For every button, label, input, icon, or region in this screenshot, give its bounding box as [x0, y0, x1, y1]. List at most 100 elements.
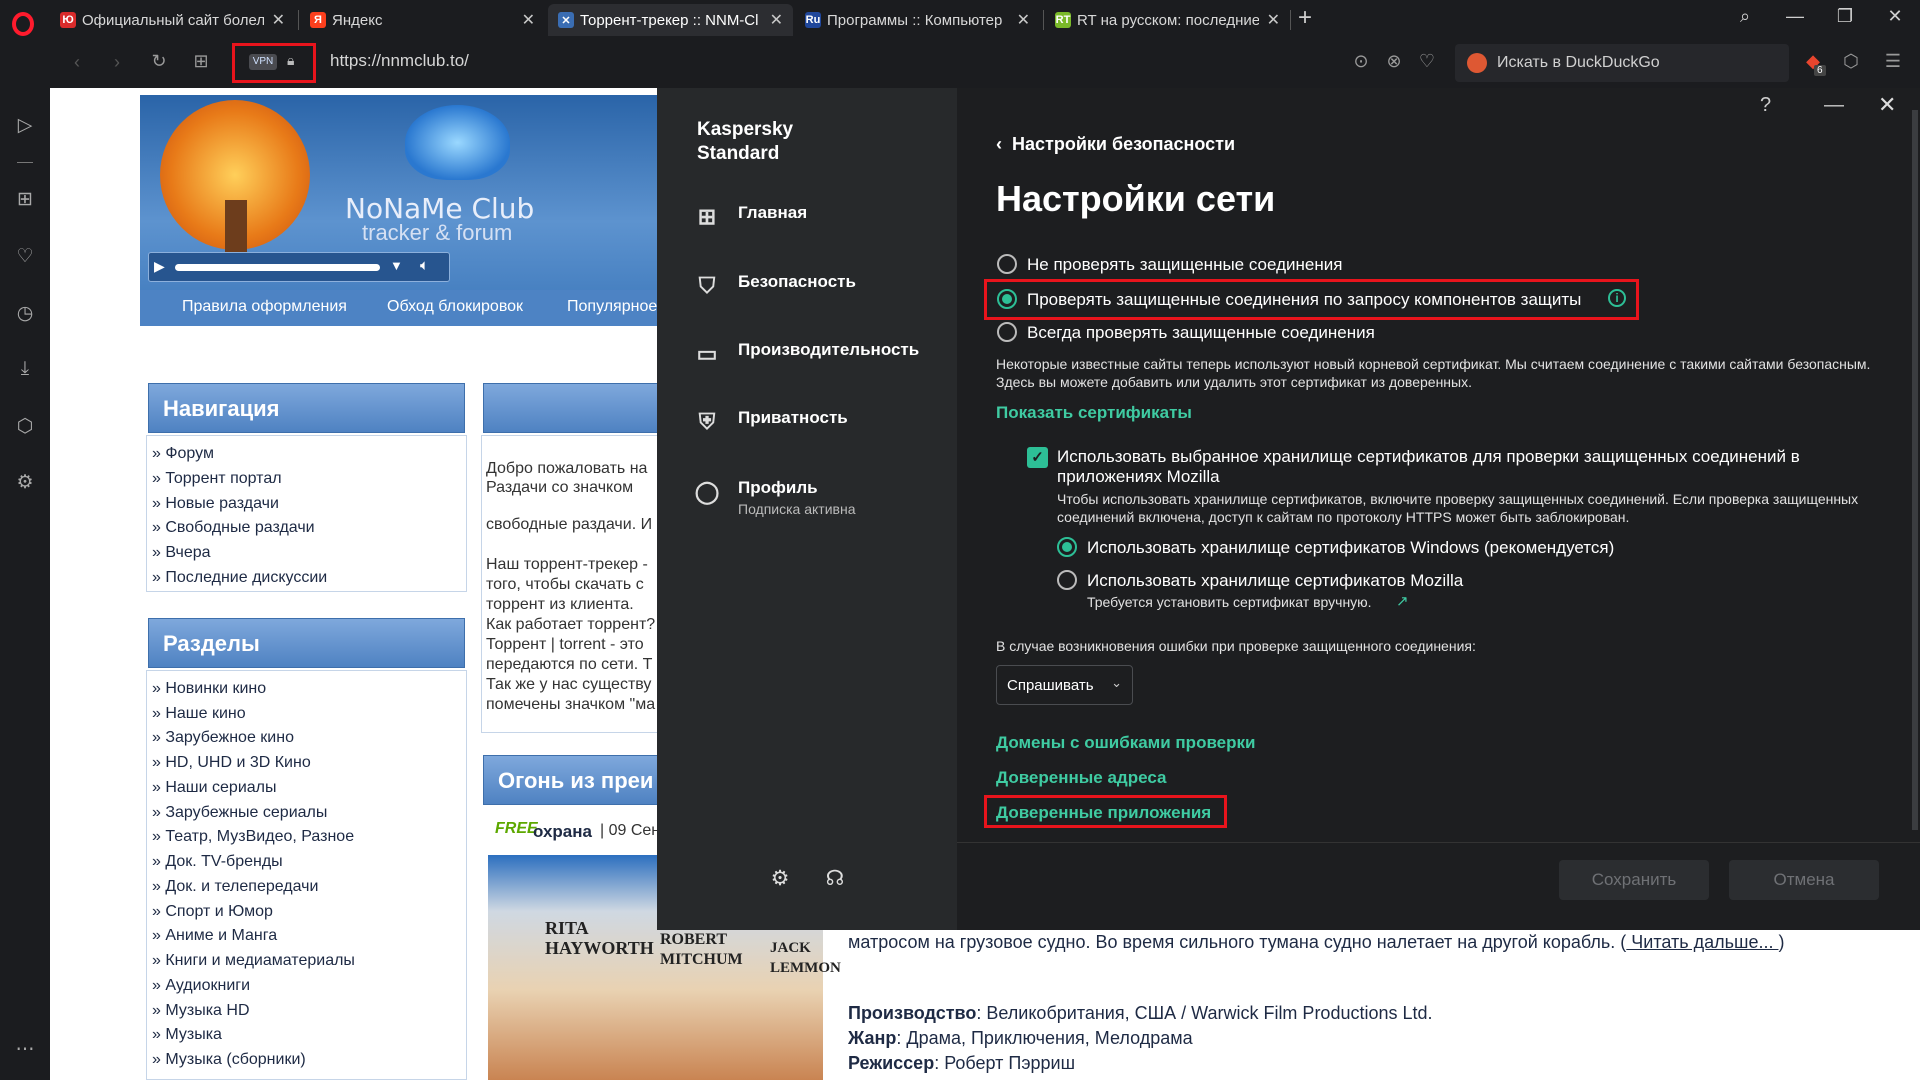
release-title-link[interactable]: охрана [533, 822, 592, 842]
info-icon[interactable]: i [1608, 289, 1626, 307]
tab-close-icon[interactable]: ✕ [1267, 10, 1280, 30]
settings-gear-icon[interactable]: ⚙ [12, 471, 38, 497]
section-link[interactable]: » Книги и медиаматериалы [152, 952, 355, 970]
ks-scrollbar[interactable] [1912, 110, 1918, 830]
section-link[interactable]: » Аниме и Манга [152, 927, 277, 945]
read-more-link[interactable]: Читать дальше... [1626, 932, 1778, 952]
player-progress[interactable] [175, 264, 380, 271]
section-link[interactable]: » Музыка [152, 1026, 222, 1044]
radio-check-on-request[interactable] [997, 289, 1017, 309]
address-bar[interactable]: https://nnmclub.to/ [330, 51, 469, 71]
mozilla-store-checkbox[interactable]: ✓ [1027, 447, 1048, 468]
extensions-icon[interactable]: ⬡ [12, 415, 38, 441]
section-link[interactable]: » Новинки кино [152, 680, 266, 698]
tiles-icon[interactable]: ⊞ [188, 51, 214, 72]
ks-nav-performance[interactable]: ▭ Производительность [692, 340, 920, 370]
back-to-security-settings[interactable]: ‹ Настройки безопасности [996, 134, 1235, 155]
option-label[interactable]: Проверять защищенные соединения по запро… [1027, 290, 1581, 310]
ks-settings-gear-icon[interactable]: ⚙ [767, 866, 793, 891]
speed-dial-icon[interactable]: ⊞ [12, 188, 38, 214]
downloads-icon[interactable]: ⤓ [12, 358, 38, 384]
bookmarks-heart-icon[interactable]: ♡ [12, 245, 38, 271]
ks-support-headset-icon[interactable]: ☊ [822, 866, 848, 891]
nav-link[interactable]: » Свободные раздачи [152, 519, 315, 537]
banner-link-popular[interactable]: Популярное [567, 298, 657, 316]
radio-no-check[interactable] [997, 254, 1017, 274]
camera-icon[interactable]: ⊙ [1348, 51, 1374, 72]
adblock-icon[interactable]: ⊗ [1381, 51, 1407, 72]
close-window-icon[interactable]: ✕ [1880, 6, 1910, 27]
option-label[interactable]: Не проверять защищенные соединения [1027, 255, 1342, 275]
player-dropdown-icon[interactable]: ▼ [390, 258, 403, 273]
trusted-apps-link[interactable]: Доверенные приложения [996, 803, 1211, 823]
history-clock-icon[interactable]: ◷ [12, 302, 38, 328]
help-icon[interactable]: ? [1760, 94, 1771, 117]
section-link[interactable]: » Спорт и Юмор [152, 903, 273, 921]
save-button[interactable]: Сохранить [1559, 860, 1709, 900]
tab-close-icon[interactable]: ✕ [522, 10, 535, 30]
nav-link[interactable]: » Торрент портал [152, 470, 282, 488]
ks-nav-privacy[interactable]: ⛨ Приватность [692, 408, 848, 438]
section-link[interactable]: » Аудиокниги [152, 977, 250, 995]
tab-close-icon[interactable]: ✕ [272, 10, 285, 30]
volume-icon[interactable]: 🔈︎ [420, 257, 429, 274]
show-certificates-link[interactable]: Показать сертификаты [996, 403, 1192, 423]
opera-logo-icon[interactable] [12, 12, 34, 36]
domains-errors-link[interactable]: Домены с ошибками проверки [996, 733, 1255, 753]
ks-nav-profile[interactable]: ◯ Профиль Подписка активна [692, 478, 856, 517]
section-link[interactable]: » Док. TV-бренды [152, 853, 283, 871]
ks-nav-security[interactable]: ⛉ Безопасность [692, 272, 856, 302]
extensions-cube-icon[interactable]: ⬡ [1838, 51, 1864, 72]
forward-icon[interactable]: › [104, 52, 130, 73]
radio-windows-store[interactable] [1057, 537, 1077, 557]
easy-setup-icon[interactable]: ☰ [1880, 51, 1906, 72]
banner-link-unblock[interactable]: Обход блокировок [387, 298, 523, 316]
banner-link-rules[interactable]: Правила оформления [182, 298, 347, 316]
lock-icon[interactable]: 🔒︎ [287, 52, 301, 72]
radio-mozilla-store[interactable] [1057, 570, 1077, 590]
restore-icon[interactable]: ❐ [1830, 6, 1860, 27]
ks-minimize-icon[interactable]: — [1824, 94, 1844, 117]
player-icon[interactable]: ▷ [12, 114, 38, 140]
back-icon[interactable]: ‹ [64, 52, 90, 73]
section-link[interactable]: » Док. и телепередачи [152, 878, 318, 896]
tab-close-icon[interactable]: ✕ [1017, 10, 1030, 30]
tab-1[interactable]: Ю Официальный сайт болел ✕ [50, 4, 295, 36]
error-action-select[interactable]: Спрашивать ⌄ [996, 665, 1133, 705]
minimize-icon[interactable]: — [1780, 6, 1810, 27]
nav-link[interactable]: » Вчера [152, 544, 211, 562]
section-link[interactable]: » Театр, МузВидео, Разное [152, 828, 354, 846]
section-link[interactable]: » Зарубежное кино [152, 729, 294, 747]
tab-5[interactable]: RT RT на русском: последние ✕ [1045, 4, 1290, 36]
external-link-icon[interactable]: ↗ [1396, 592, 1409, 610]
more-dots-icon[interactable]: ⋯ [12, 1038, 38, 1064]
tab-4[interactable]: Ru Программы :: Компьютер ✕ [795, 4, 1040, 36]
cancel-button[interactable]: Отмена [1729, 860, 1879, 900]
heart-icon[interactable]: ♡ [1414, 51, 1440, 72]
section-link[interactable]: » HD, UHD и 3D Кино [152, 754, 311, 772]
store-windows-label[interactable]: Использовать хранилище сертификатов Wind… [1087, 538, 1614, 558]
radio-always-check[interactable] [997, 322, 1017, 342]
ks-nav-home[interactable]: ⊞ Главная [692, 203, 807, 233]
section-link[interactable]: » Наши сериалы [152, 779, 276, 797]
nav-link[interactable]: » Новые раздачи [152, 495, 279, 513]
nav-link[interactable]: » Последние дискуссии [152, 569, 327, 587]
section-link[interactable]: » Музыка HD [152, 1002, 250, 1020]
trusted-addresses-link[interactable]: Доверенные адреса [996, 768, 1166, 788]
section-link[interactable]: » Наше кино [152, 705, 246, 723]
tab-2[interactable]: Я Яндекс ✕ [300, 4, 545, 36]
option-label[interactable]: Всегда проверять защищенные соединения [1027, 323, 1375, 343]
mozilla-check-label[interactable]: Использовать выбранное хранилище сертифи… [1057, 447, 1857, 487]
ks-close-icon[interactable]: ✕ [1878, 92, 1896, 118]
tab-3-active[interactable]: ✕ Торрент-трекер :: NNM-Cl ✕ [548, 4, 793, 36]
section-link[interactable]: » Зарубежные сериалы [152, 804, 327, 822]
store-mozilla-label[interactable]: Использовать хранилище сертификатов Mozi… [1087, 571, 1463, 591]
new-tab-icon[interactable]: + [1290, 4, 1320, 32]
section-link[interactable]: » Музыка (сборники) [152, 1051, 306, 1069]
tab-search-icon[interactable]: ⌕ [1730, 6, 1760, 27]
tab-close-icon[interactable]: ✕ [770, 10, 783, 30]
reload-icon[interactable]: ↻ [146, 51, 172, 72]
nav-link[interactable]: » Форум [152, 445, 214, 463]
search-input[interactable]: Искать в DuckDuckGo [1455, 44, 1789, 82]
play-icon[interactable]: ▶ [154, 258, 165, 275]
